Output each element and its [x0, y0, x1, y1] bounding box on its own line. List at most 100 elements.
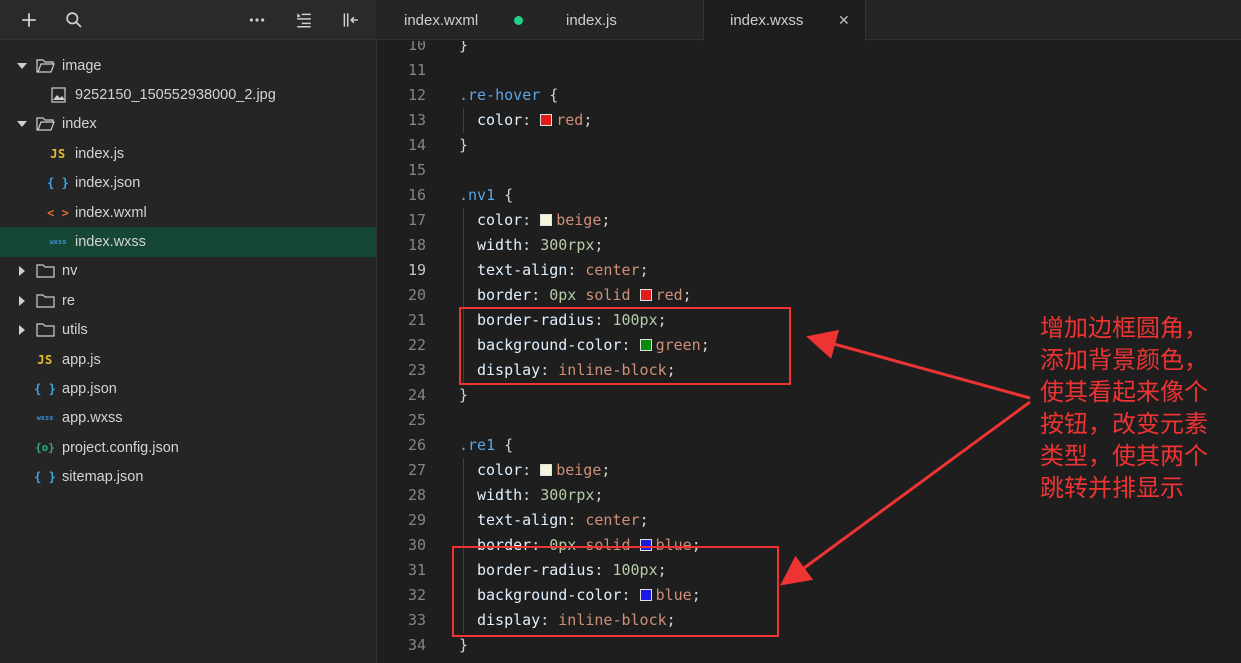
code-line[interactable]: 34} — [378, 633, 1241, 658]
code-token: : — [567, 511, 586, 529]
code-line[interactable]: 23 display: inline-block; — [378, 358, 1241, 383]
tree-item-image[interactable]: image — [0, 51, 376, 80]
tree-item-sitemap-json[interactable]: { } sitemap.json — [0, 462, 376, 491]
code-line[interactable]: 22 background-color: green; — [378, 333, 1241, 358]
code-token: } — [459, 41, 469, 54]
code-token: background-color — [477, 336, 622, 354]
code-line[interactable]: 32 background-color: blue; — [378, 583, 1241, 608]
code-text: text-align: center; — [477, 258, 649, 283]
tree-item-index-wxss[interactable]: wxss index.wxss — [0, 227, 376, 257]
indent-guide — [463, 358, 464, 383]
tree-item-label: sitemap.json — [62, 469, 144, 486]
tree-item-label: project.config.json — [62, 439, 179, 456]
code-token: ; — [583, 111, 593, 129]
line-number: 19 — [407, 261, 426, 279]
search-icon[interactable] — [62, 8, 86, 32]
code-text: .re-hover { — [459, 83, 558, 108]
code-token: border-radius — [477, 311, 595, 329]
code-line[interactable]: 20 border: 0px solid red; — [378, 283, 1241, 308]
code-line[interactable]: 30 border: 0px solid blue; — [378, 533, 1241, 558]
chevron-down-icon[interactable] — [17, 61, 27, 71]
close-icon[interactable]: ✕ — [838, 12, 850, 29]
code-token: } — [459, 636, 469, 654]
code-token: ; — [594, 486, 604, 504]
tree-item-label: re — [62, 292, 75, 309]
color-swatch-icon[interactable] — [540, 114, 553, 126]
tree-item-app-js[interactable]: JS app.js — [0, 345, 376, 374]
code-line[interactable]: 13 color: red; — [378, 108, 1241, 133]
code-line[interactable]: 29 text-align: center; — [378, 508, 1241, 533]
code-line[interactable]: 15 — [378, 158, 1241, 183]
tree-item-app-wxss[interactable]: wxss app.wxss — [0, 404, 376, 433]
tree-item-project-config-json[interactable]: {o} project.config.json — [0, 433, 376, 462]
code-line[interactable]: 28 width: 300rpx; — [378, 483, 1241, 508]
tab-index-wxml[interactable]: index.wxml — [378, 0, 538, 40]
tree-item-9252150-150552938000-2-jpg[interactable]: 9252150_150552938000_2.jpg — [0, 80, 376, 109]
code-line[interactable]: 11 — [378, 58, 1241, 83]
code-token: ; — [657, 561, 667, 579]
tree-item-index[interactable]: index — [0, 110, 376, 139]
code-line[interactable]: 27 color: beige; — [378, 458, 1241, 483]
tab-label: index.js — [566, 11, 617, 29]
code-line[interactable]: 25 — [378, 408, 1241, 433]
code-text: width: 300rpx; — [477, 483, 603, 508]
code-token: : — [621, 586, 640, 604]
code-line[interactable]: 10} — [378, 41, 1241, 58]
code-line[interactable]: 21 border-radius: 100px; — [378, 308, 1241, 333]
tree-item-app-json[interactable]: { } app.json — [0, 374, 376, 403]
code-token: text-align — [477, 261, 568, 279]
code-text: border: 0px solid blue; — [477, 533, 701, 558]
color-swatch-icon[interactable] — [639, 289, 652, 301]
chevron-down-icon[interactable] — [17, 119, 27, 129]
tab-index-js[interactable]: index.js — [538, 0, 703, 40]
code-line[interactable]: 16 .nv1 { — [378, 183, 1241, 208]
indent-guide — [463, 608, 464, 633]
chevron-right-icon[interactable] — [17, 266, 27, 277]
code-token: .re-hover — [459, 86, 541, 104]
js-file-icon: JS — [37, 352, 53, 367]
code-line[interactable]: 31 border-radius: 100px; — [378, 558, 1241, 583]
color-swatch-icon[interactable] — [639, 339, 652, 351]
indent-guide — [463, 508, 464, 533]
code-line[interactable]: 12 .re-hover { — [378, 83, 1241, 108]
tree-item-utils[interactable]: utils — [0, 316, 376, 345]
tree-item-label: utils — [62, 322, 88, 339]
line-number: 29 — [407, 511, 426, 529]
tree-item-index-wxml[interactable]: < > index.wxml — [0, 198, 376, 227]
code-text: } — [459, 633, 468, 658]
code-line[interactable]: 19 text-align: center; — [378, 258, 1241, 283]
code-token: : — [531, 536, 550, 554]
more-icon[interactable] — [245, 8, 269, 32]
code-line[interactable]: 26 .re1 { — [378, 433, 1241, 458]
code-line[interactable]: 33 display: inline-block; — [378, 608, 1241, 633]
line-number: 10 — [407, 41, 426, 54]
tab-index-wxss[interactable]: index.wxss ✕ — [703, 0, 866, 41]
tree-item-label: app.json — [62, 380, 117, 397]
color-swatch-icon[interactable] — [639, 589, 652, 601]
collapse-icon[interactable] — [338, 8, 362, 32]
plus-icon[interactable] — [17, 8, 41, 32]
chevron-right-icon[interactable] — [17, 325, 27, 336]
color-swatch-icon[interactable] — [639, 539, 652, 551]
code-line[interactable]: 18 width: 300rpx; — [378, 233, 1241, 258]
code-line[interactable]: 14} — [378, 133, 1241, 158]
color-swatch-icon[interactable] — [540, 214, 553, 226]
wxss-file-icon: wxss — [36, 414, 54, 423]
code-token: ; — [700, 336, 710, 354]
color-swatch-icon[interactable] — [540, 464, 553, 476]
code-line[interactable]: 17 color: beige; — [378, 208, 1241, 233]
tree-item-nv[interactable]: nv — [0, 257, 376, 286]
tree-item-index-js[interactable]: JS index.js — [0, 139, 376, 168]
outline-icon[interactable] — [292, 8, 316, 32]
json-file-icon: { } — [34, 470, 56, 485]
tree-item-label: 9252150_150552938000_2.jpg — [75, 87, 276, 104]
code-line[interactable]: 24} — [378, 383, 1241, 408]
code-token: 300rpx — [540, 486, 595, 504]
indent-guide — [463, 458, 464, 483]
code-token: inline-block — [558, 361, 667, 379]
tree-item-index-json[interactable]: { } index.json — [0, 169, 376, 198]
code-editor[interactable]: 10} 11 12 .re-hover {13 color: red; 14} 15 16 .n… — [378, 41, 1241, 663]
code-token: : — [594, 561, 613, 579]
chevron-right-icon[interactable] — [17, 295, 27, 306]
tree-item-re[interactable]: re — [0, 286, 376, 315]
